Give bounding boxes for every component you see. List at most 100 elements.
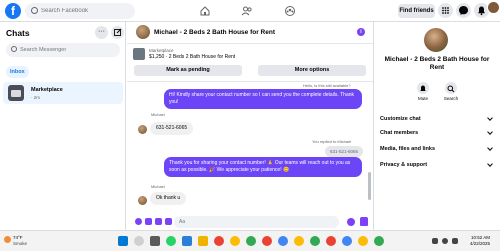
media-files-links-row[interactable]: Media, files and links (380, 144, 494, 154)
mark-as-pending-button[interactable]: Mark as pending (134, 65, 242, 76)
chrome-profile-icon[interactable] (246, 236, 256, 246)
sender-avatar (138, 125, 147, 134)
message-composer (127, 214, 373, 230)
chevron-down-icon (487, 145, 493, 151)
contact-name: Michael - 2 Beds 2 Bath House for Rent (384, 56, 490, 71)
conversation-item-marketplace[interactable]: Marketplace · 2m (3, 82, 123, 104)
contact-avatar[interactable] (136, 25, 150, 39)
bell-glyph (420, 85, 426, 91)
chrome-profile-icon[interactable] (294, 236, 304, 246)
chevron-down-icon (487, 129, 493, 135)
privacy-support-row[interactable]: Privacy & support (380, 160, 494, 170)
info-icon[interactable]: i (357, 28, 365, 36)
wifi-icon[interactable] (442, 238, 448, 244)
start-icon[interactable] (118, 236, 128, 246)
photo-icon[interactable] (145, 218, 152, 225)
row-label: Media, files and links (380, 146, 436, 152)
chevron-down-icon (487, 115, 493, 121)
weather-icon[interactable] (4, 236, 11, 243)
search-glyph (447, 85, 455, 93)
message-input[interactable] (179, 216, 329, 228)
marketplace-listing-banner: Marketplace $1,250 · 2 Beds 2 Bath House… (127, 44, 373, 82)
menu-grid-button[interactable] (438, 3, 453, 18)
profile-avatar[interactable] (487, 1, 500, 14)
chrome-profile-icon[interactable] (262, 236, 272, 246)
mute-button[interactable]: Mute (408, 82, 438, 101)
messenger-icon (459, 6, 468, 15)
sender-name: Michael (151, 184, 165, 189)
find-friends-button[interactable]: Find friends (398, 4, 435, 18)
groups-icon[interactable] (284, 5, 296, 17)
mute-label: Mute (417, 96, 428, 101)
conversation-details-panel: Michael - 2 Beds 2 Bath House for Rent M… (373, 22, 500, 230)
messenger-button[interactable] (456, 3, 471, 18)
search-icon (445, 82, 457, 94)
grid-icon (442, 7, 449, 14)
customize-chat-row[interactable]: Customize chat (380, 114, 494, 124)
listing-price-title: $1,250 · 2 Beds 2 Bath House for Rent (149, 54, 236, 60)
message-input-box[interactable] (174, 216, 339, 228)
thumbs-up-icon[interactable] (360, 217, 368, 226)
search-icon[interactable] (134, 236, 144, 246)
clock-date: 4/22/2025 (469, 241, 490, 246)
facebook-logo-icon[interactable]: f (5, 3, 21, 19)
sticker-icon[interactable] (155, 218, 162, 225)
clock[interactable]: 10:52 AM 4/22/2025 (466, 235, 490, 247)
gif-icon[interactable] (165, 218, 172, 225)
emoji-icon[interactable] (347, 218, 355, 226)
facebook-search-box[interactable] (25, 3, 135, 19)
inbox-tab[interactable]: Inbox (6, 66, 29, 78)
chrome-profile-icon[interactable] (230, 236, 240, 246)
messenger-search-box[interactable] (6, 43, 120, 57)
chrome-profile-icon[interactable] (310, 236, 320, 246)
row-label: Customize chat (380, 116, 421, 122)
more-options-button[interactable]: More options (258, 65, 366, 76)
volume-icon[interactable] (452, 238, 458, 244)
chats-sidebar: Chats ··· Inbox Marketplace · 2m (0, 22, 126, 230)
chats-options-button[interactable]: ··· (95, 26, 108, 39)
chrome-profile-icon[interactable] (326, 236, 336, 246)
compose-icon (114, 28, 122, 36)
windows-taskbar: 74°F Smoke 10:52 AM 4/22/2025 (0, 230, 500, 251)
marketplace-thumbnail (8, 85, 24, 101)
incoming-message[interactable]: 631-521-6065 (150, 122, 194, 135)
chat-title[interactable]: Michael - 2 Beds 2 Bath House for Rent (154, 29, 275, 36)
task-view-icon[interactable] (150, 236, 160, 246)
weather-condition: Smoke (13, 241, 28, 246)
outgoing-message[interactable]: Hi! Kindly share your contact number so … (164, 89, 362, 109)
new-message-button[interactable] (111, 26, 124, 39)
messenger-search-input[interactable] (20, 43, 116, 57)
top-navigation-bar: f Find friends (0, 0, 500, 22)
search-in-conversation-button[interactable]: Search (436, 82, 466, 101)
friends-icon[interactable] (241, 5, 253, 17)
listing-thumbnail (133, 48, 145, 60)
chat-members-row[interactable]: Chat members (380, 128, 494, 138)
whatsapp-icon[interactable] (166, 236, 176, 246)
home-icon[interactable] (199, 5, 211, 17)
incoming-message[interactable]: Ok thank u (150, 192, 187, 205)
chrome-profile-icon[interactable] (374, 236, 384, 246)
tray-chevron-icon[interactable] (432, 238, 438, 244)
chrome-icon[interactable] (214, 236, 224, 246)
search-icon (31, 7, 38, 14)
chat-scrollbar[interactable] (368, 172, 371, 200)
chrome-profile-icon[interactable] (278, 236, 288, 246)
sender-name: Michael (151, 112, 165, 117)
chat-window: Michael - 2 Beds 2 Bath House for Rent i… (127, 22, 373, 230)
plus-icon[interactable] (135, 218, 142, 225)
file-explorer-icon[interactable] (198, 236, 208, 246)
row-label: Chat members (380, 130, 419, 136)
chat-header: Michael - 2 Beds 2 Bath House for Rent i (127, 22, 373, 44)
message-list: Hello, is this still available? Hi! Kind… (127, 82, 367, 212)
search-label: Search (443, 96, 459, 101)
chrome-profile-icon[interactable] (358, 236, 368, 246)
quoted-message: 631-521-6065 (325, 146, 364, 157)
reply-context-label: You replied to Michael (312, 139, 352, 144)
weather-temperature: 74°F (13, 235, 23, 240)
contact-profile-photo[interactable] (424, 28, 448, 52)
chrome-profile-icon[interactable] (342, 236, 352, 246)
app-icon[interactable] (182, 236, 192, 246)
facebook-search-input[interactable] (41, 3, 131, 19)
outgoing-message[interactable]: Thank you for sharing your contact numbe… (164, 157, 362, 177)
reply-context-label: Hello, is this still available? (303, 83, 351, 88)
